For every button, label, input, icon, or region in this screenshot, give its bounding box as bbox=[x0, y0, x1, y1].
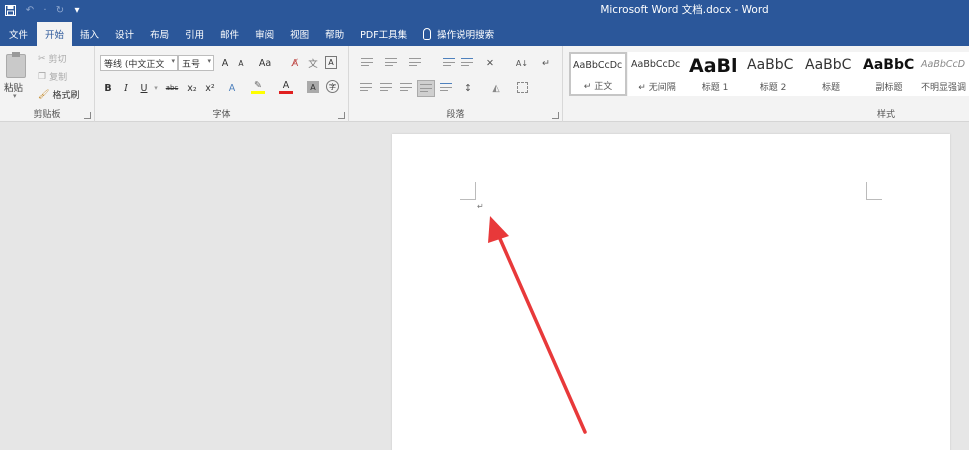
red-arrow-annotation bbox=[488, 216, 587, 434]
